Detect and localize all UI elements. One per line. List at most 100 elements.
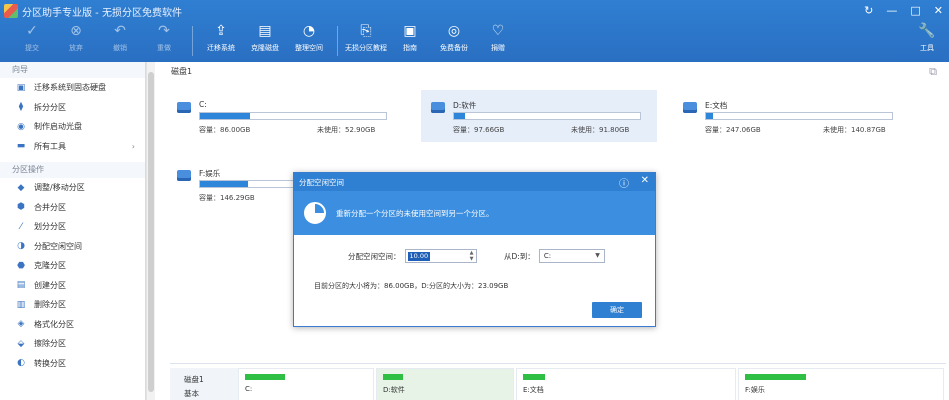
maximize-icon[interactable]: □ (910, 4, 920, 17)
split-icon: ⧫ (18, 102, 24, 113)
toolbar: ✓ 提交 ⊗ 放弃 ↶ 撤销 ↷ 重做 ⇪ 迁移系统 ▤ 克隆磁盘 ◔ 整理空间 ⎘ 无损分区教程 ▣ 指南 ◎ 免费… (0, 22, 949, 62)
toolbar-button-6[interactable]: ◔ 整理空间 (287, 22, 331, 60)
wipe-icon: ⬙ (17, 338, 25, 349)
toolbar-button-4[interactable]: ⇪ 迁移系统 (199, 22, 243, 60)
scrollbar-thumb[interactable] (148, 72, 154, 392)
partition-card[interactable]: E:文档 容量：247.06GB 未使用：140.87GB (673, 90, 909, 142)
sidebar-item-label: 迁移系统到固态硬盘 (34, 83, 106, 93)
map-partition-cell[interactable]: F:娱乐 (738, 368, 944, 400)
sidebar-item-label: 拆分分区 (34, 102, 66, 112)
toolbar-button-8[interactable]: ▣ 指南 (388, 22, 432, 60)
sidebar-item-format[interactable]: ◈ 格式化分区 (0, 315, 145, 335)
partition-drive-icon (177, 102, 191, 113)
partition-card[interactable]: C: 容量：86.00GB 未使用：52.90GB (167, 90, 403, 142)
toolbar-button-9[interactable]: ◎ 免费备份 (432, 22, 476, 60)
allocate-space-dialog: 分配空闲空间 ⓘ ✕ 重新分配一个分区的未使用空间到另一个分区。 分配空闲空间：… (293, 172, 656, 327)
toolbar-button-3[interactable]: ↷ 重做 (142, 22, 186, 60)
sidebar-item-label: 擦除分区 (34, 339, 66, 349)
sidebar-item-merge[interactable]: ⬢ 合并分区 (0, 198, 145, 218)
close-icon[interactable]: ✕ (934, 4, 943, 17)
partition-usage-bar (705, 112, 893, 120)
dialog-header: 分配空闲空间 ⓘ ✕ (294, 173, 655, 191)
partition-capacity: 容量：247.06GB (705, 126, 761, 134)
alloc-size-stepper[interactable]: 10.00 ▲ ▼ (404, 249, 477, 263)
sidebar-item-delete[interactable]: ▥ 删除分区 (0, 295, 145, 315)
partition-name: D:软件 (453, 101, 477, 110)
toolbar-button-5[interactable]: ▤ 克隆磁盘 (243, 22, 287, 60)
sidebar-item-resize[interactable]: ◆ 调整/移动分区 (0, 178, 145, 198)
sidebar-item-split[interactable]: ⧫ 拆分分区 (0, 98, 145, 118)
clone-icon: ⬣ (17, 260, 25, 271)
map-usage-bar (745, 374, 807, 380)
toolbar-button-label: 放弃 (69, 44, 83, 52)
sidebar-item-create[interactable]: ▤ 创建分区 (0, 276, 145, 296)
sidebar-item-label: 转换分区 (34, 358, 66, 368)
partition-capacity: 容量：146.29GB (199, 194, 255, 202)
sidebar-item-tools[interactable]: ▬ 所有工具 › (0, 137, 145, 157)
toolbar-button-label: 免费备份 (440, 44, 468, 52)
alloc-size-value[interactable]: 10.00 (407, 252, 431, 261)
dialog-close-icon[interactable]: ✕ (641, 175, 649, 186)
map-partition-cell[interactable]: C: (238, 368, 374, 400)
stepper-arrows-icon[interactable]: ▲ ▼ (470, 250, 474, 262)
ssd-icon: ▣ (16, 82, 26, 93)
pie-icon: ◔ (302, 23, 316, 39)
dialog-banner: 重新分配一个分区的未使用空间到另一个分区。 (294, 191, 655, 235)
map-usage-bar (383, 374, 404, 380)
wizard-list: ▣ 迁移系统到固态硬盘 ⧫ 拆分分区 ◉ 制作启动光盘 ▬ 所有工具 › (0, 78, 145, 156)
title-row: 分区助手专业版 - 无损分区免费软件 (0, 0, 949, 22)
map-disk-kind: 基本 (184, 389, 199, 398)
resize-icon: ◆ (17, 182, 25, 193)
toolbar-button-0[interactable]: ✓ 提交 (10, 22, 54, 60)
sidebar-item-ssd[interactable]: ▣ 迁移系统到固态硬盘 (0, 78, 145, 98)
map-partition-cell[interactable]: E:文档 (516, 368, 736, 400)
target-partition-select[interactable]: C: ▼ (538, 249, 605, 263)
toolbar-button-7[interactable]: ⎘ 无损分区教程 (344, 22, 388, 60)
minimize-icon[interactable]: — (886, 4, 897, 17)
ok-button[interactable]: 确定 (592, 302, 642, 318)
disk-title: 磁盘1 (171, 67, 193, 76)
partition-name: F:娱乐 (199, 169, 221, 178)
toolbar-button-2[interactable]: ↶ 撤销 (98, 22, 142, 60)
refresh-icon[interactable]: ↻ (864, 4, 873, 17)
toolbar-separator (337, 26, 338, 56)
sidebar-item-convert[interactable]: ◐ 转换分区 (0, 354, 145, 374)
dialog-description: 重新分配一个分区的未使用空间到另一个分区。 (336, 208, 494, 218)
cancel-icon: ⊗ (70, 23, 82, 39)
partition-usage-bar (453, 112, 641, 120)
tutorial-icon: ⎘ (360, 23, 372, 39)
sidebar: 向导 ▣ 迁移系统到固态硬盘 ⧫ 拆分分区 ◉ 制作启动光盘 ▬ 所有工具 › 分区操作 ◆ 调整… (0, 62, 146, 400)
toolbar-button-10[interactable]: ♡ 捐赠 (476, 22, 520, 60)
map-disk-info[interactable]: 磁盘1 基本 (170, 368, 238, 400)
chevron-down-icon: ▼ (595, 252, 600, 259)
disk-map: 磁盘1 基本 C: D:软件 E:文档 F:娱乐 (170, 363, 946, 400)
tools-button[interactable]: 🔧 工具 (905, 22, 949, 60)
app-logo-icon (4, 4, 18, 18)
tools-icon: ▬ (16, 141, 26, 152)
partition-free: 未使用：52.90GB (317, 126, 376, 134)
partition-usage-fill (200, 181, 249, 187)
divide-icon: ⁄ (20, 221, 22, 232)
sidebar-item-wipe[interactable]: ⬙ 擦除分区 (0, 334, 145, 354)
wrench-icon: 🔧 (918, 23, 936, 39)
allocate-icon: ◑ (17, 241, 25, 252)
sidebar-item-disc[interactable]: ◉ 制作启动光盘 (0, 117, 145, 137)
map-partition-cell[interactable]: D:软件 (376, 368, 514, 400)
heart-icon: ♡ (491, 23, 505, 39)
partition-capacity: 容量：97.66GB (453, 126, 505, 134)
toolbar-button-label: 重做 (157, 44, 171, 52)
sidebar-item-divide[interactable]: ⁄ 划分分区 (0, 217, 145, 237)
toolbar-separator (192, 26, 193, 56)
sidebar-item-clone[interactable]: ⬣ 克隆分区 (0, 256, 145, 276)
toolbar-button-1[interactable]: ⊗ 放弃 (54, 22, 98, 60)
partition-card[interactable]: D:软件 容量：97.66GB 未使用：91.80GB (421, 90, 657, 142)
sidebar-scrollbar[interactable] (146, 62, 155, 400)
help-icon[interactable]: ⓘ (619, 175, 629, 190)
sidebar-item-label: 制作启动光盘 (34, 122, 82, 132)
sidebar-item-allocate[interactable]: ◑ 分配空闲空间 (0, 237, 145, 257)
pie-chart-icon (304, 202, 326, 224)
partition-free: 未使用：140.87GB (823, 126, 886, 134)
layout-icon[interactable]: ⧉ (929, 65, 937, 79)
map-partition-label: F:娱乐 (745, 386, 765, 394)
sidebar-item-label: 调整/移动分区 (34, 183, 85, 193)
